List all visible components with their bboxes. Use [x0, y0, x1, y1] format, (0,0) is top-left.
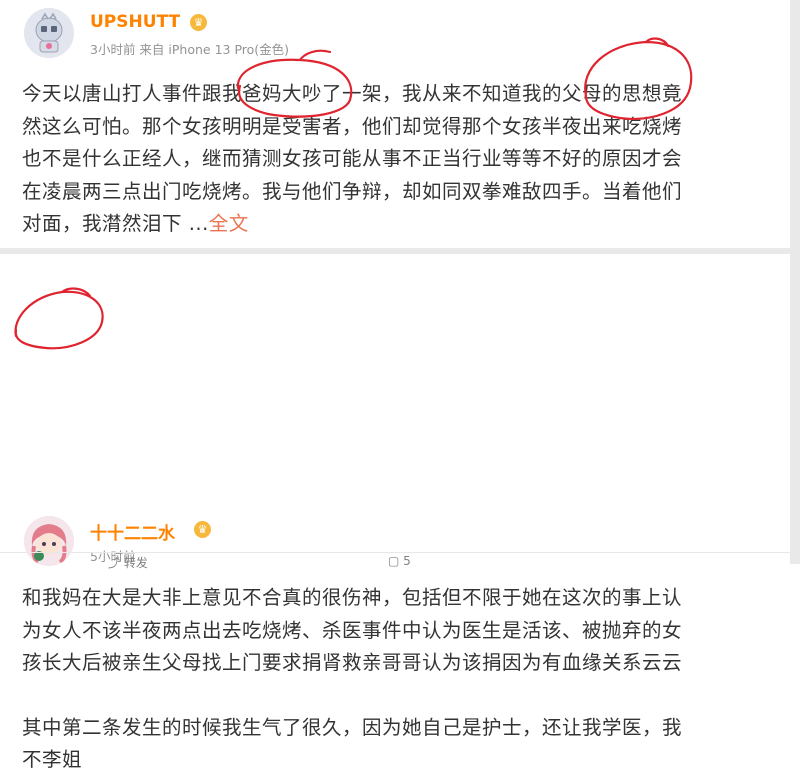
username[interactable]: UPSHUTT [90, 12, 180, 32]
text-line: 孩长大后被亲生父母找上门要求捐肾救亲哥哥认为该捐因为有血缘关系云云 [22, 651, 683, 674]
text-line: 然这么可怕。那个女孩明明是受害者，他们却觉得那个女孩半夜出来吃烧烤 [22, 114, 683, 138]
post-body: 和我妈在大是大非上意见不合真的很伤神，包括但不限于她在这次的事上认 为女人不该半… [22, 582, 774, 777]
action-bar: ⤴ 转发 ▢ 5 [0, 552, 790, 570]
text-line: 今天以唐山打人事件跟我爸妈大吵了一架，我从来不知道我的父母的思想竟 [22, 82, 683, 105]
full-text-link[interactable]: 全文 [209, 212, 249, 235]
text-line: 不李姐 [22, 748, 83, 771]
text-line: 也不是什么正经人，继而猜测女孩可能从事不正当行业等等不好的原因才会 [22, 147, 683, 170]
weibo-post-2: 十十二二水 ♛ 5小时前 和我妈在大是大非上意见不合真的很伤神，包括但不限于她在… [0, 254, 790, 771]
repost-button[interactable]: ⤴ 转发 [108, 554, 148, 571]
username[interactable]: 十十二二水 [90, 519, 175, 544]
text-line: 其中第二条发生的时候我生气了很久，因为她自己是护士，还让我学医，我 [22, 715, 683, 739]
comment-button[interactable]: ▢ 5 [388, 554, 411, 568]
repost-label: 转发 [123, 556, 148, 570]
robot-avatar-icon [24, 8, 74, 58]
text-line: 在凌晨两三点出门吃烧烤。我与他们争辩，却如同双拳难敌四手。当着他们 [22, 179, 683, 203]
weibo-post-1: UPSHUTT ♛ 3小时前 来自 iPhone 13 Pro(金色) 今天以唐… [0, 0, 790, 248]
vip-crown-icon: ♛ [194, 521, 211, 538]
comment-count: 5 [403, 554, 411, 568]
text-line: 为女人不该半夜两点出去吃烧烤、杀医事件中认为医生是活该、被抛弃的女 [22, 618, 683, 642]
post-body: 今天以唐山打人事件跟我爸妈大吵了一架，我从来不知道我的父母的思想竟 然这么可怕。… [22, 78, 774, 241]
scroll-gutter [790, 0, 800, 564]
text-line: 和我妈在大是大非上意见不合真的很伤神，包括但不限于她在这次的事上认 [22, 586, 683, 609]
post-meta: 3小时前 来自 iPhone 13 Pro(金色) [90, 42, 290, 57]
text-line-last: 对面，我潸然泪下 ...全文 [22, 208, 774, 241]
repost-icon: ⤴ [108, 556, 121, 570]
comment-icon: ▢ [388, 554, 400, 568]
vip-crown-icon: ♛ [190, 14, 207, 31]
text-line: 对面，我潸然泪下 ... [22, 212, 209, 235]
avatar[interactable] [24, 8, 74, 58]
